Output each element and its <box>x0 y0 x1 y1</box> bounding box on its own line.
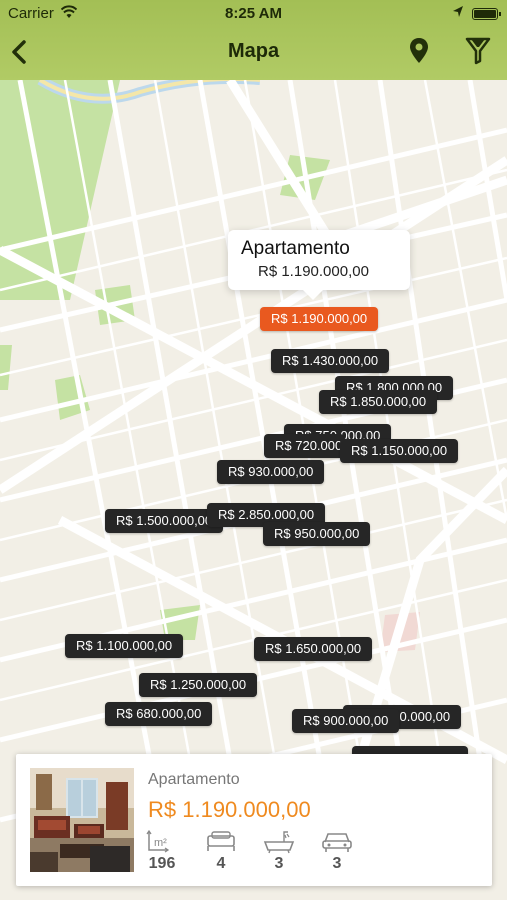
map-pin-icon <box>410 38 428 63</box>
price-marker[interactable]: R$ 1.850.000,00 <box>319 390 438 414</box>
feature-parking: 3 <box>315 828 359 878</box>
property-card[interactable]: Apartamento R$ 1.190.000,00 m² 196 4 3 3 <box>16 754 492 886</box>
feature-bathrooms: 3 <box>257 828 301 878</box>
nav-bar: Mapa <box>0 28 507 76</box>
price-marker[interactable]: R$ 1.430.000,00 <box>271 349 390 373</box>
filter-button[interactable] <box>464 36 492 66</box>
filter-icon <box>465 37 491 65</box>
location-arrow-icon <box>452 5 464 23</box>
location-pin-button[interactable] <box>406 36 432 66</box>
bathrooms-value: 3 <box>274 855 284 872</box>
area-icon: m² <box>146 829 170 853</box>
status-bar: Carrier 8:25 AM <box>0 0 507 28</box>
card-property-price: R$ 1.190.000,00 <box>148 797 311 822</box>
price-marker[interactable]: R$ 950.000,00 <box>263 522 371 546</box>
svg-text:m²: m² <box>154 837 167 849</box>
parking-value: 3 <box>332 855 342 872</box>
property-photo <box>30 768 134 872</box>
price-marker[interactable]: R$ 720.000,00 <box>264 434 344 458</box>
status-time: 8:25 AM <box>225 5 282 22</box>
price-marker[interactable]: R$ 680.000,00 <box>105 702 213 726</box>
price-marker[interactable]: R$ 900.000,00 <box>292 709 400 733</box>
callout-type: Apartamento <box>241 238 350 259</box>
callout-price: R$ 1.190.000,00 <box>258 263 369 280</box>
card-property-type: Apartamento <box>148 771 240 788</box>
bed-icon <box>207 831 235 851</box>
feature-bedrooms: 4 <box>199 828 243 878</box>
price-marker[interactable]: R$ 1.190.000,00 <box>260 307 379 331</box>
price-marker[interactable]: R$ 1.250.000,00 <box>139 673 258 697</box>
price-marker[interactable]: R$ 1.100.000,00 <box>65 634 184 658</box>
top-bar: Carrier 8:25 AM Mapa <box>0 0 507 80</box>
bathtub-icon <box>263 831 295 854</box>
price-marker[interactable]: R$ 1.500.000,00 <box>105 509 224 533</box>
area-value: 196 <box>148 855 176 872</box>
property-callout[interactable]: Apartamento R$ 1.190.000,00 <box>228 230 410 300</box>
battery-icon <box>472 8 501 20</box>
bedrooms-value: 4 <box>216 855 226 872</box>
price-marker[interactable]: R$ 1.650.000,00 <box>254 637 373 661</box>
feature-area: m² 196 <box>140 828 184 878</box>
price-marker[interactable]: R$ 1.150.000,00 <box>340 439 459 463</box>
car-icon <box>322 833 352 852</box>
price-marker[interactable]: R$ 930.000,00 <box>217 460 325 484</box>
